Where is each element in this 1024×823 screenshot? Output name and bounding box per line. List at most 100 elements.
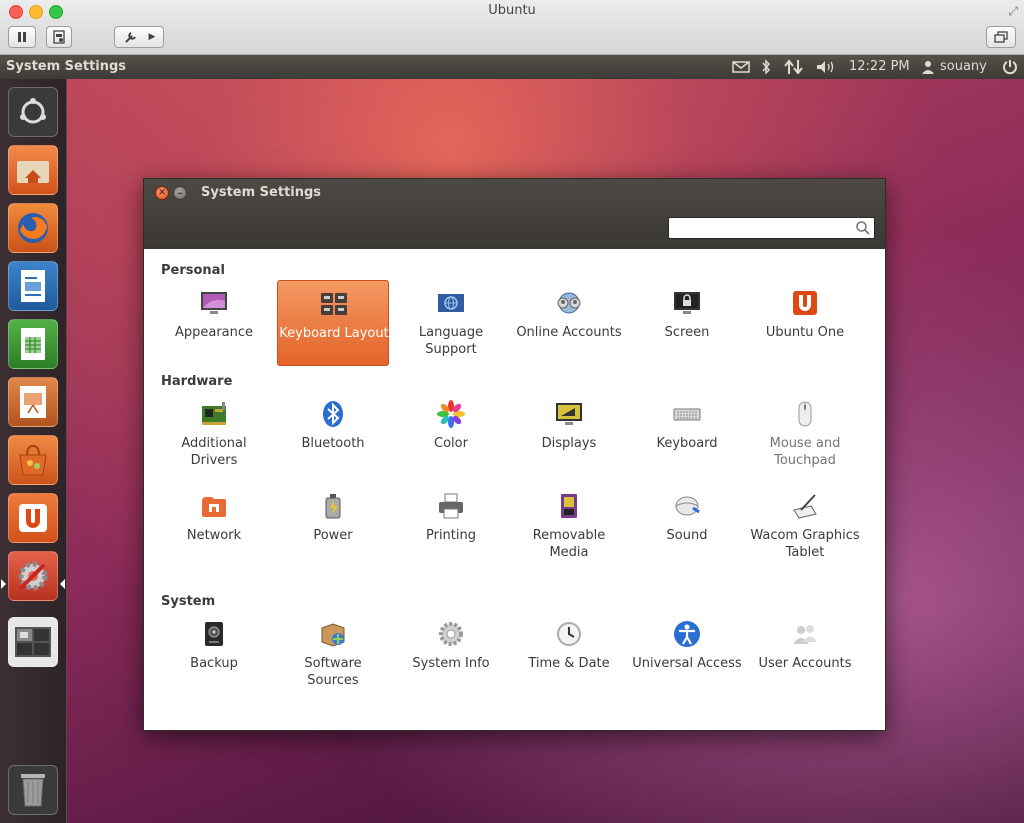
- wacom-tablet-icon: [793, 494, 817, 519]
- active-indicator-left: [1, 579, 6, 589]
- printer-icon: [439, 493, 463, 519]
- item-label: Language Support: [418, 325, 484, 357]
- item-label: Screen: [664, 325, 710, 340]
- item-bluetooth[interactable]: Bluetooth: [277, 391, 389, 477]
- chevron-right-icon: ▶: [148, 32, 156, 42]
- item-mouse-touchpad[interactable]: Mouse and Touchpad: [749, 391, 861, 477]
- system-info-icon: [439, 622, 463, 646]
- panel-app-title: System Settings: [6, 59, 127, 74]
- window-titlebar: ✕ – System Settings: [144, 179, 885, 249]
- search-icon[interactable]: [855, 220, 871, 236]
- files-folder-icon[interactable]: [8, 145, 58, 195]
- item-keyboard-layout[interactable]: Keyboard Layout: [277, 280, 389, 366]
- search-box[interactable]: [668, 217, 875, 239]
- calc-icon[interactable]: [8, 319, 58, 369]
- item-label: Backup: [190, 656, 238, 671]
- item-power[interactable]: Power: [277, 483, 389, 569]
- item-appearance[interactable]: Appearance: [158, 280, 270, 366]
- top-panel: System Settings 12:22 PM souany: [0, 55, 1024, 79]
- item-label: Appearance: [174, 325, 254, 340]
- ubuntu-one-icon: [793, 291, 817, 315]
- screen-icon: [674, 292, 700, 314]
- network-icon: [202, 497, 226, 517]
- item-additional-drivers[interactable]: Additional Drivers: [158, 391, 270, 477]
- item-backup[interactable]: Backup: [158, 611, 270, 697]
- item-label: Network: [186, 528, 242, 543]
- search-input[interactable]: [673, 220, 853, 236]
- removable-media-icon: [561, 494, 577, 518]
- software-center-icon[interactable]: [8, 435, 58, 485]
- ubuntu-one-icon[interactable]: [8, 493, 58, 543]
- item-label: Keyboard Layout: [279, 326, 389, 341]
- item-label: Bluetooth: [301, 436, 365, 451]
- system-settings-window: ✕ – System Settings Personal Appearance …: [143, 178, 886, 731]
- item-time-date[interactable]: Time & Date: [513, 611, 625, 697]
- language-support-icon: [438, 294, 464, 312]
- keyboard-layout-icon: [321, 293, 347, 315]
- item-universal-access[interactable]: Universal Access: [631, 611, 743, 697]
- item-printing[interactable]: Printing: [395, 483, 507, 569]
- item-software-sources[interactable]: Software Sources: [277, 611, 389, 697]
- vm-title: Ubuntu: [488, 3, 536, 18]
- item-label: Keyboard: [656, 436, 718, 451]
- sound-icon: [675, 496, 700, 516]
- item-ubuntu-one[interactable]: Ubuntu One: [749, 280, 861, 366]
- dash-home-icon[interactable]: [8, 87, 58, 137]
- mouse-icon: [798, 401, 812, 427]
- item-sound[interactable]: Sound: [631, 483, 743, 569]
- item-removable-media[interactable]: Removable Media: [513, 483, 625, 569]
- displays-icon: [556, 403, 582, 425]
- appearance-icon: [201, 292, 227, 314]
- bluetooth-panel-icon[interactable]: [761, 59, 771, 75]
- user-icon[interactable]: [922, 60, 934, 74]
- system-settings-icon[interactable]: [8, 551, 58, 601]
- pause-button[interactable]: [8, 26, 36, 48]
- impress-icon[interactable]: [8, 377, 58, 427]
- snapshot-button[interactable]: [46, 26, 72, 48]
- item-color[interactable]: Color: [395, 391, 507, 477]
- power-gear-icon[interactable]: [1002, 59, 1018, 75]
- pause-icon: [18, 32, 26, 42]
- additional-drivers-icon: [202, 402, 226, 425]
- firefox-icon[interactable]: [8, 203, 58, 253]
- network-arrows-icon[interactable]: [784, 59, 804, 75]
- window-mode-button[interactable]: [986, 26, 1016, 48]
- item-network[interactable]: Network: [158, 483, 270, 569]
- volume-icon[interactable]: [816, 60, 836, 74]
- vm-titlebar: Ubuntu ⤢ ▶: [0, 0, 1024, 55]
- active-indicator-right: [60, 579, 65, 589]
- item-label: Additional Drivers: [181, 436, 247, 468]
- window-minimize-button[interactable]: –: [173, 186, 187, 200]
- trash-icon[interactable]: [8, 765, 58, 815]
- item-wacom-tablet[interactable]: Wacom Graphics Tablet: [749, 483, 861, 569]
- settings-menu-button[interactable]: ▶: [114, 26, 164, 48]
- item-keyboard[interactable]: Keyboard: [631, 391, 743, 477]
- item-label: Online Accounts: [516, 325, 622, 340]
- backup-icon: [205, 622, 223, 646]
- item-label: Removable Media: [532, 528, 606, 560]
- item-label: Wacom Graphics Tablet: [750, 528, 860, 560]
- item-language-support[interactable]: Language Support: [395, 280, 507, 366]
- power-icon: [325, 494, 341, 519]
- item-user-accounts[interactable]: User Accounts: [749, 611, 861, 697]
- color-icon: [437, 400, 465, 428]
- user-name[interactable]: souany: [940, 59, 987, 74]
- item-displays[interactable]: Displays: [513, 391, 625, 477]
- item-system-info[interactable]: System Info: [395, 611, 507, 697]
- fullscreen-arrows-icon[interactable]: ⤢: [1008, 4, 1018, 19]
- clock-text[interactable]: 12:22 PM: [849, 59, 910, 74]
- universal-access-icon: [674, 621, 700, 647]
- item-online-accounts[interactable]: Online Accounts: [513, 280, 625, 366]
- item-label: Color: [434, 436, 468, 451]
- writer-icon[interactable]: [8, 261, 58, 311]
- user-accounts-icon: [793, 625, 817, 644]
- mail-envelope-icon[interactable]: [732, 61, 750, 73]
- minimize-icon: –: [177, 187, 183, 199]
- item-screen[interactable]: Screen: [631, 280, 743, 366]
- window-close-button[interactable]: ✕: [155, 186, 169, 200]
- item-label: System Info: [412, 656, 490, 671]
- workspace-switcher-icon[interactable]: [8, 617, 58, 667]
- restore-window-icon: [994, 31, 1008, 43]
- window-title: System Settings: [201, 185, 322, 200]
- section-hardware: Hardware: [161, 374, 233, 389]
